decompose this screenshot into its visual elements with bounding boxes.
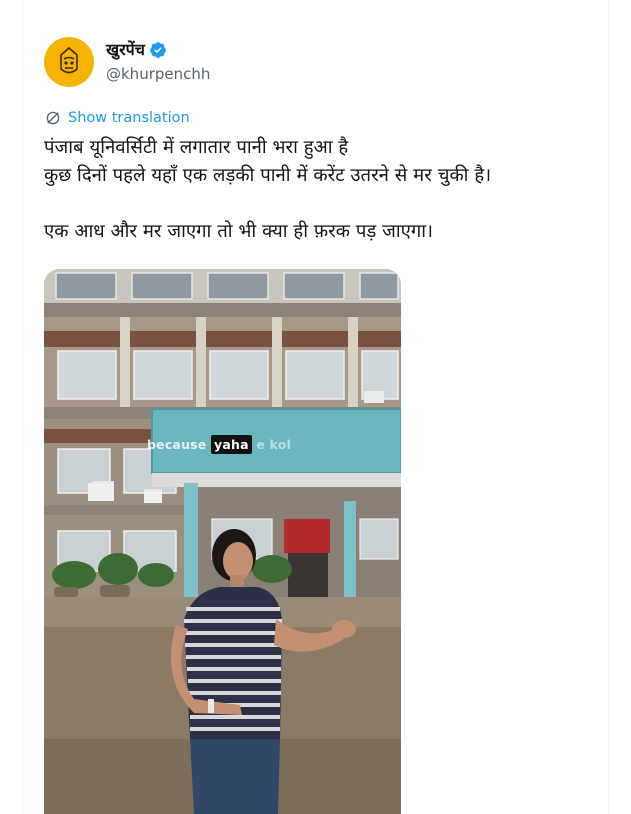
timeline-border-left — [22, 0, 23, 814]
verified-badge-icon — [150, 42, 166, 58]
author-handle[interactable]: @khurpenchh — [106, 64, 210, 84]
caption-after: e kol — [251, 437, 291, 452]
show-translation-button[interactable]: Show translation — [44, 109, 190, 127]
name-row: खुरपेंच — [106, 40, 210, 60]
tweet-page: खुरपेंच @khurpenchh Show translation पंज… — [0, 0, 631, 814]
display-name[interactable]: खुरपेंच — [106, 40, 145, 60]
avatar[interactable] — [44, 37, 94, 87]
translate-icon — [46, 111, 60, 125]
tweet-header: खुरपेंच @khurpenchh — [44, 36, 210, 88]
author-names: खुरपेंच @khurpenchh — [106, 40, 210, 84]
timeline-border-right — [608, 0, 609, 814]
tweet-video[interactable]: because yaha e kol — [44, 269, 401, 814]
show-translation-label: Show translation — [68, 110, 190, 126]
video-frame — [44, 269, 401, 814]
caption-highlight: yaha — [211, 435, 252, 454]
tweet-text: पंजाब यूनिवर्सिटी में लगातार पानी भरा हु… — [44, 137, 492, 242]
caption-before: because — [147, 437, 212, 452]
video-caption: because yaha e kol — [147, 435, 291, 454]
khurpench-logo-icon — [60, 46, 78, 74]
